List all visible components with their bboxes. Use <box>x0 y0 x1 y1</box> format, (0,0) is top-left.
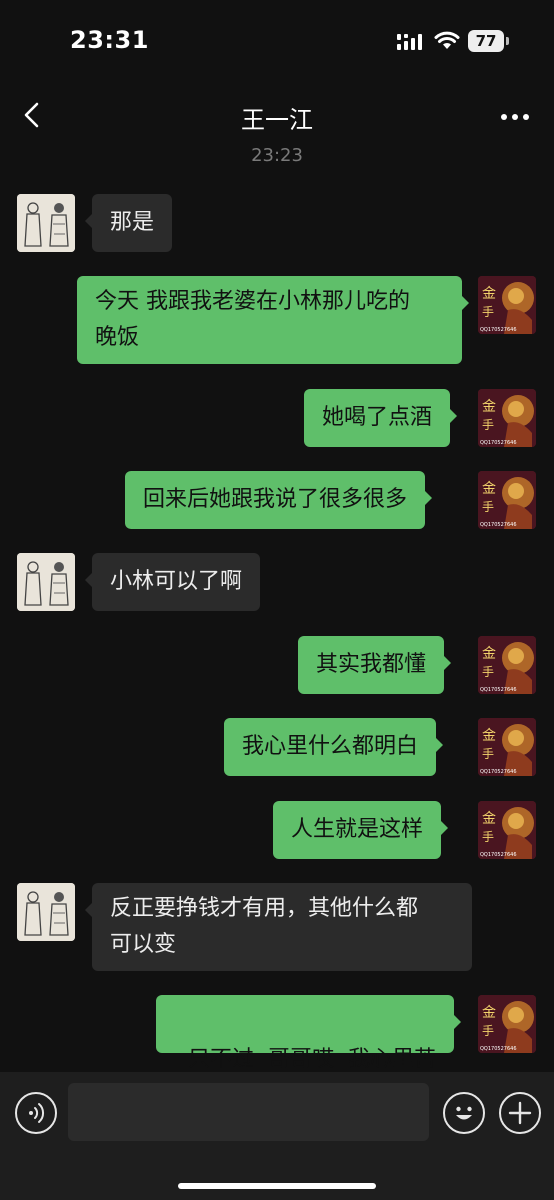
sketch-portrait-icon <box>17 883 75 941</box>
smiley-face-icon <box>456 1106 472 1120</box>
card-art-avatar-icon: 金 手 QQ170527646 <box>478 636 536 694</box>
svg-text:手: 手 <box>482 665 494 679</box>
message-text: 人生就是这样 <box>291 817 424 842</box>
message-text: 只不过 哥哥哎 我心里苦 <box>188 1047 436 1072</box>
wifi-icon <box>434 31 460 49</box>
svg-text:手: 手 <box>482 830 494 844</box>
card-art-avatar-icon: 金 手 QQ170527646 <box>478 718 536 776</box>
card-art-avatar-icon: 金 手 QQ170527646 <box>478 801 536 859</box>
status-time: 23:31 <box>70 26 149 54</box>
battery-indicator: 77 <box>468 30 504 52</box>
status-bar: 23:31 77 <box>0 0 554 80</box>
card-art-avatar-icon: 金 手 QQ170527646 <box>478 471 536 529</box>
my-avatar[interactable]: 金 手 QQ170527646 <box>478 276 536 334</box>
svg-text:金: 金 <box>482 399 496 415</box>
my-avatar[interactable]: 金 手 QQ170527646 <box>478 801 536 859</box>
voice-input-button[interactable] <box>15 1092 57 1134</box>
message-bubble-outgoing[interactable]: 只不过 哥哥哎 我心里苦 <box>156 995 461 1072</box>
plus-icon <box>508 1101 532 1125</box>
message-bubble-outgoing[interactable]: 人生就是这样 <box>273 801 449 859</box>
message-text: 小林可以了啊 <box>110 569 243 594</box>
more-actions-button[interactable] <box>499 1092 541 1134</box>
message-text: 我心里什么都明白 <box>242 734 419 759</box>
my-avatar[interactable]: 金 手 QQ170527646 <box>478 995 536 1053</box>
contact-avatar[interactable] <box>17 883 75 941</box>
message-bubble-incoming[interactable]: 那是 <box>84 194 173 252</box>
message-bubble-outgoing[interactable]: 其实我都懂 <box>298 636 452 694</box>
svg-text:手: 手 <box>482 747 494 761</box>
sketch-portrait-icon <box>17 194 75 252</box>
card-art-avatar-icon: 金 手 QQ170527646 <box>478 995 536 1053</box>
my-avatar[interactable]: 金 手 QQ170527646 <box>478 636 536 694</box>
message-bubble-outgoing[interactable]: 回来后她跟我说了很多很多 <box>125 471 433 529</box>
home-indicator[interactable] <box>178 1183 376 1189</box>
svg-text:金: 金 <box>482 481 496 497</box>
message-text: 她喝了点酒 <box>322 405 433 430</box>
message-text-field[interactable] <box>68 1083 429 1141</box>
svg-text:QQ170527646: QQ170527646 <box>480 852 517 858</box>
emoji-button[interactable] <box>443 1092 485 1134</box>
message-bubble-outgoing[interactable]: 我心里什么都明白 <box>224 718 444 776</box>
svg-text:QQ170527646: QQ170527646 <box>480 687 517 693</box>
voice-wave-icon <box>29 1103 45 1123</box>
sketch-portrait-icon <box>17 553 75 611</box>
message-text-line: 反正要挣钱才有用，其他什么都 <box>110 896 419 921</box>
avatar-watermark: QQ170527646 <box>480 327 517 333</box>
message-text: 那是 <box>110 210 155 235</box>
message-bubble-outgoing[interactable]: 她喝了点酒 <box>304 389 458 447</box>
message-bubble-outgoing[interactable]: 今天 我跟我老婆在小林那儿吃的 晚饭 <box>77 276 469 364</box>
svg-text:QQ170527646: QQ170527646 <box>480 522 517 528</box>
svg-text:金: 金 <box>482 728 496 744</box>
message-text-line: 今天 我跟我老婆在小林那儿吃的 <box>95 289 410 314</box>
svg-text:手: 手 <box>482 1024 494 1038</box>
svg-text:QQ170527646: QQ170527646 <box>480 440 517 446</box>
contact-avatar[interactable] <box>17 194 75 252</box>
battery-tip <box>506 37 509 45</box>
message-bubble-incoming[interactable]: 反正要挣钱才有用，其他什么都 可以变 <box>85 883 472 971</box>
svg-text:金: 金 <box>482 646 496 662</box>
avatar-logo-glyph: 金 <box>482 286 496 302</box>
chat-title: 王一江 <box>241 106 313 134</box>
message-timestamp: 23:23 <box>251 145 303 166</box>
message-text: 回来后她跟我说了很多很多 <box>143 487 408 512</box>
card-art-avatar-icon: 金 手 QQ170527646 <box>478 276 536 334</box>
message-text-line: 晚饭 <box>95 325 140 350</box>
my-avatar[interactable]: 金 手 QQ170527646 <box>478 389 536 447</box>
svg-text:手: 手 <box>482 500 494 514</box>
message-text-line: 可以变 <box>110 932 177 957</box>
card-art-avatar-icon: 金 手 QQ170527646 <box>478 389 536 447</box>
svg-text:QQ170527646: QQ170527646 <box>480 769 517 775</box>
message-input-bar <box>0 1072 554 1200</box>
chat-header: 王一江 <box>0 86 554 146</box>
my-avatar[interactable]: 金 手 QQ170527646 <box>478 718 536 776</box>
svg-text:金: 金 <box>482 811 496 827</box>
message-bubble-incoming[interactable]: 小林可以了啊 <box>84 553 261 611</box>
message-text: 其实我都懂 <box>316 652 427 677</box>
avatar-logo-glyph: 手 <box>482 305 494 319</box>
svg-text:QQ170527646: QQ170527646 <box>480 1046 517 1052</box>
contact-avatar[interactable] <box>17 553 75 611</box>
svg-text:金: 金 <box>482 1005 496 1021</box>
my-avatar[interactable]: 金 手 QQ170527646 <box>478 471 536 529</box>
more-options-icon[interactable] <box>498 102 532 132</box>
cellular-signal-icon <box>397 34 422 50</box>
svg-text:手: 手 <box>482 418 494 432</box>
